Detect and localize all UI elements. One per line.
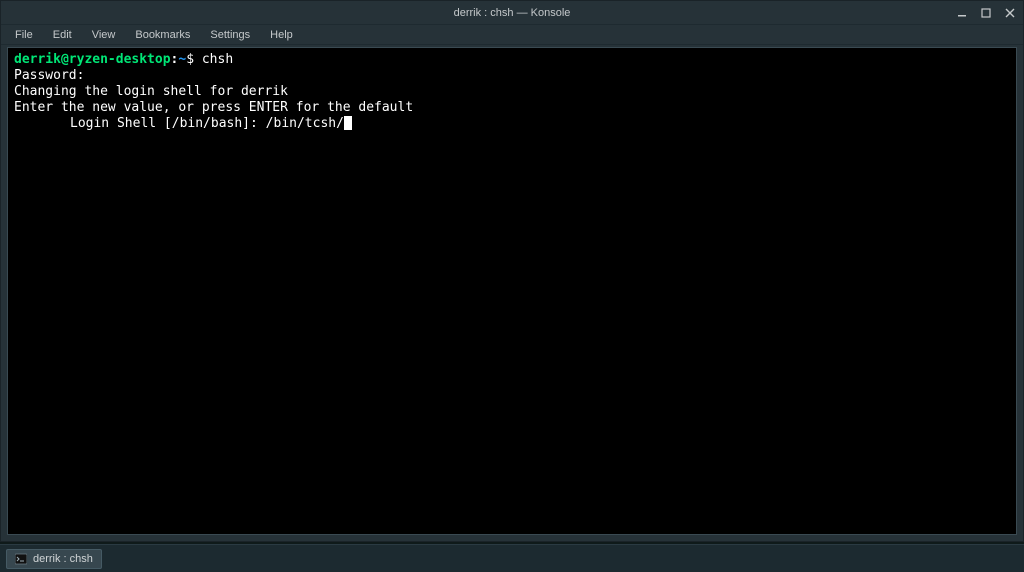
- menu-help[interactable]: Help: [262, 27, 301, 43]
- minimize-button[interactable]: [955, 6, 969, 20]
- titlebar[interactable]: derrik : chsh — Konsole: [1, 1, 1023, 25]
- terminal-view[interactable]: derrik@ryzen-desktop:~$ chsh Password: C…: [7, 47, 1017, 535]
- prompt-symbol: $: [186, 52, 194, 67]
- menu-file[interactable]: File: [7, 27, 41, 43]
- output-enter: Enter the new value, or press ENTER for …: [14, 100, 413, 115]
- taskbar: derrik : chsh: [0, 544, 1024, 572]
- taskbar-item-label: derrik : chsh: [33, 553, 93, 565]
- konsole-window: derrik : chsh — Konsole File Edit View B…: [0, 0, 1024, 542]
- output-changing: Changing the login shell for derrik: [14, 84, 288, 99]
- window-title: derrik : chsh — Konsole: [454, 7, 571, 19]
- menubar: File Edit View Bookmarks Settings Help: [1, 25, 1023, 45]
- user-input: /bin/tcsh/: [266, 116, 344, 131]
- prompt-userhost: derrik@ryzen-desktop: [14, 52, 171, 67]
- cursor-block: [344, 116, 352, 130]
- menu-view[interactable]: View: [84, 27, 124, 43]
- window-controls: [955, 1, 1017, 24]
- maximize-button[interactable]: [979, 6, 993, 20]
- output-login-prompt: Login Shell [/bin/bash]:: [70, 116, 266, 131]
- menu-settings[interactable]: Settings: [202, 27, 258, 43]
- menu-edit[interactable]: Edit: [45, 27, 80, 43]
- close-button[interactable]: [1003, 6, 1017, 20]
- entered-command: chsh: [194, 52, 233, 67]
- terminal-icon: [15, 553, 27, 565]
- taskbar-item-konsole[interactable]: derrik : chsh: [6, 549, 102, 569]
- menu-bookmarks[interactable]: Bookmarks: [127, 27, 198, 43]
- output-password: Password:: [14, 68, 84, 83]
